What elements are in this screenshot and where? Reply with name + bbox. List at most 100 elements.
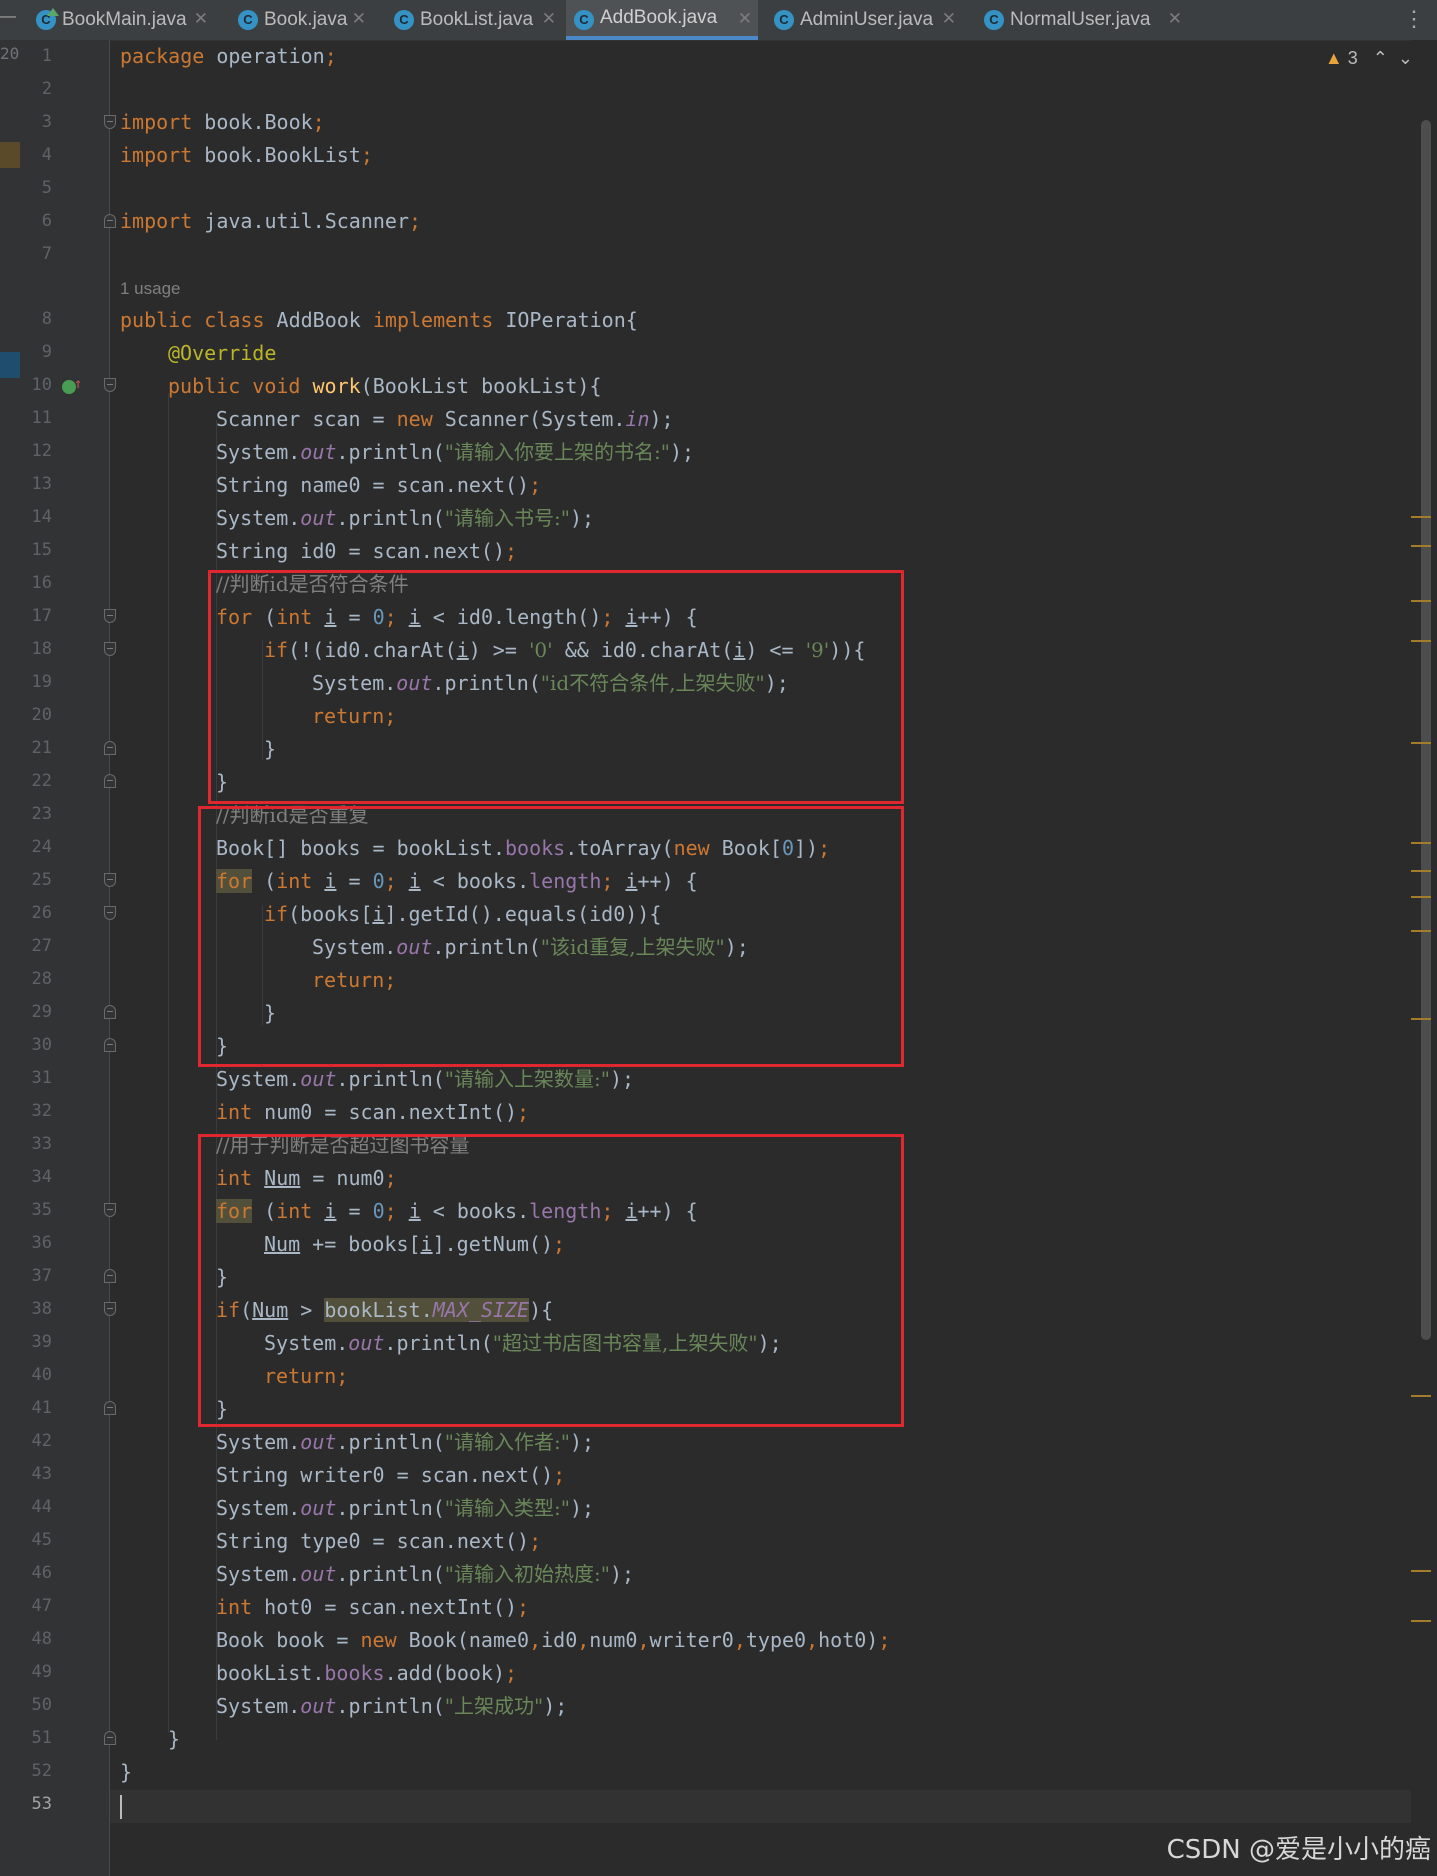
line-number[interactable]: 18: [20, 633, 52, 666]
fold-close-icon[interactable]: [104, 214, 116, 228]
line-number[interactable]: 39: [20, 1326, 52, 1359]
line-number[interactable]: 10: [20, 369, 52, 402]
error-stripe-mark[interactable]: [1411, 1620, 1431, 1622]
up-arrow-icon[interactable]: ↑: [74, 376, 82, 392]
fold-close-icon[interactable]: [104, 1038, 116, 1052]
more-vertical-icon[interactable]: ⋮: [1403, 6, 1425, 32]
fold-open-icon[interactable]: [104, 906, 116, 920]
line-number[interactable]: 47: [20, 1590, 52, 1623]
close-icon[interactable]: ✕: [738, 9, 752, 29]
fold-open-icon[interactable]: [104, 115, 116, 129]
line-number[interactable]: 46: [20, 1557, 52, 1590]
line-number[interactable]: 38: [20, 1293, 52, 1326]
close-icon[interactable]: ✕: [542, 9, 556, 29]
fold-close-icon[interactable]: [104, 1269, 116, 1283]
line-number[interactable]: 40: [20, 1359, 52, 1392]
usage-hint[interactable]: 1 usage: [120, 272, 181, 305]
inspection-widget[interactable]: ▲ 3 ⌃ ⌄: [1325, 48, 1413, 69]
scrollbar-thumb[interactable]: [1421, 120, 1431, 1340]
line-number[interactable]: 34: [20, 1161, 52, 1194]
fold-close-icon[interactable]: [104, 741, 116, 755]
line-number[interactable]: 23: [20, 798, 52, 831]
close-icon[interactable]: ✕: [942, 9, 956, 29]
line-number[interactable]: 49: [20, 1656, 52, 1689]
fold-close-icon[interactable]: [104, 774, 116, 788]
close-icon[interactable]: ✕: [194, 9, 208, 29]
error-stripe-mark[interactable]: [1411, 545, 1431, 547]
line-number[interactable]: 31: [20, 1062, 52, 1095]
collapse-icon[interactable]: —: [0, 8, 16, 26]
tab-booklist[interactable]: C BookList.java ✕: [386, 0, 562, 40]
line-number[interactable]: 21: [20, 732, 52, 765]
line-number[interactable]: 33: [20, 1128, 52, 1161]
line-number[interactable]: 25: [20, 864, 52, 897]
tab-normaluser[interactable]: C NormalUser.java ✕: [976, 0, 1188, 40]
line-number[interactable]: 52: [20, 1755, 52, 1788]
error-stripe-mark[interactable]: [1411, 896, 1431, 898]
error-stripe-mark[interactable]: [1411, 742, 1431, 744]
fold-close-icon[interactable]: [104, 1731, 116, 1745]
error-stripe-mark[interactable]: [1411, 842, 1431, 844]
line-number[interactable]: 50: [20, 1689, 52, 1722]
line-number[interactable]: 7: [20, 238, 52, 271]
tab-bookmain[interactable]: C BookMain.java ✕: [28, 0, 214, 40]
error-stripe-mark[interactable]: [1411, 640, 1431, 642]
line-number[interactable]: 14: [20, 501, 52, 534]
line-number[interactable]: 53: [20, 1788, 52, 1821]
line-number[interactable]: 26: [20, 897, 52, 930]
line-number[interactable]: 32: [20, 1095, 52, 1128]
fold-open-icon[interactable]: [104, 378, 116, 392]
fold-open-icon[interactable]: [104, 642, 116, 656]
line-number[interactable]: 11: [20, 402, 52, 435]
line-number[interactable]: 20: [20, 699, 52, 732]
line-number[interactable]: 51: [20, 1722, 52, 1755]
error-stripe-mark[interactable]: [1411, 600, 1431, 602]
line-number[interactable]: 29: [20, 996, 52, 1029]
line-number[interactable]: 16: [20, 567, 52, 600]
line-number[interactable]: 6: [20, 205, 52, 238]
line-number[interactable]: 19: [20, 666, 52, 699]
tab-book[interactable]: C Book.java ✕: [230, 0, 372, 40]
line-number[interactable]: 12: [20, 435, 52, 468]
error-stripe-mark[interactable]: [1411, 1570, 1431, 1572]
line-number[interactable]: 42: [20, 1425, 52, 1458]
line-number[interactable]: 22: [20, 765, 52, 798]
line-number[interactable]: 9: [20, 336, 52, 369]
line-number[interactable]: 13: [20, 468, 52, 501]
close-icon[interactable]: ✕: [352, 9, 366, 29]
fold-open-icon[interactable]: [104, 609, 116, 623]
error-stripe-mark[interactable]: [1411, 870, 1431, 872]
line-number[interactable]: 5: [20, 172, 52, 205]
tab-adminuser[interactable]: C AdminUser.java ✕: [766, 0, 962, 40]
line-number[interactable]: 37: [20, 1260, 52, 1293]
line-number[interactable]: 41: [20, 1392, 52, 1425]
line-number[interactable]: 2: [20, 73, 52, 106]
line-number[interactable]: 15: [20, 534, 52, 567]
tab-addbook[interactable]: C AddBook.java ✕: [566, 0, 758, 40]
line-number[interactable]: 36: [20, 1227, 52, 1260]
line-number[interactable]: 3: [20, 106, 52, 139]
line-number[interactable]: 1: [20, 40, 52, 73]
line-number[interactable]: 44: [20, 1491, 52, 1524]
line-number[interactable]: 48: [20, 1623, 52, 1656]
fold-open-icon[interactable]: [104, 1302, 116, 1316]
fold-open-icon[interactable]: [104, 1203, 116, 1217]
line-number[interactable]: 28: [20, 963, 52, 996]
line-number[interactable]: 8: [20, 303, 52, 336]
chevron-up-icon[interactable]: ⌃: [1363, 48, 1388, 68]
line-number[interactable]: 24: [20, 831, 52, 864]
error-stripe-mark[interactable]: [1411, 1395, 1431, 1397]
line-number[interactable]: 17: [20, 600, 52, 633]
fold-open-icon[interactable]: [104, 873, 116, 887]
fold-close-icon[interactable]: [104, 1005, 116, 1019]
error-stripe-mark[interactable]: [1411, 930, 1431, 932]
error-stripe-mark[interactable]: [1411, 516, 1431, 518]
line-number[interactable]: 4: [20, 139, 52, 172]
close-icon[interactable]: ✕: [1168, 9, 1182, 29]
line-number[interactable]: 43: [20, 1458, 52, 1491]
fold-close-icon[interactable]: [104, 1401, 116, 1415]
line-number[interactable]: 35: [20, 1194, 52, 1227]
line-number[interactable]: 27: [20, 930, 52, 963]
vertical-scrollbar[interactable]: [1411, 40, 1437, 1876]
error-stripe-mark[interactable]: [1411, 1018, 1431, 1020]
